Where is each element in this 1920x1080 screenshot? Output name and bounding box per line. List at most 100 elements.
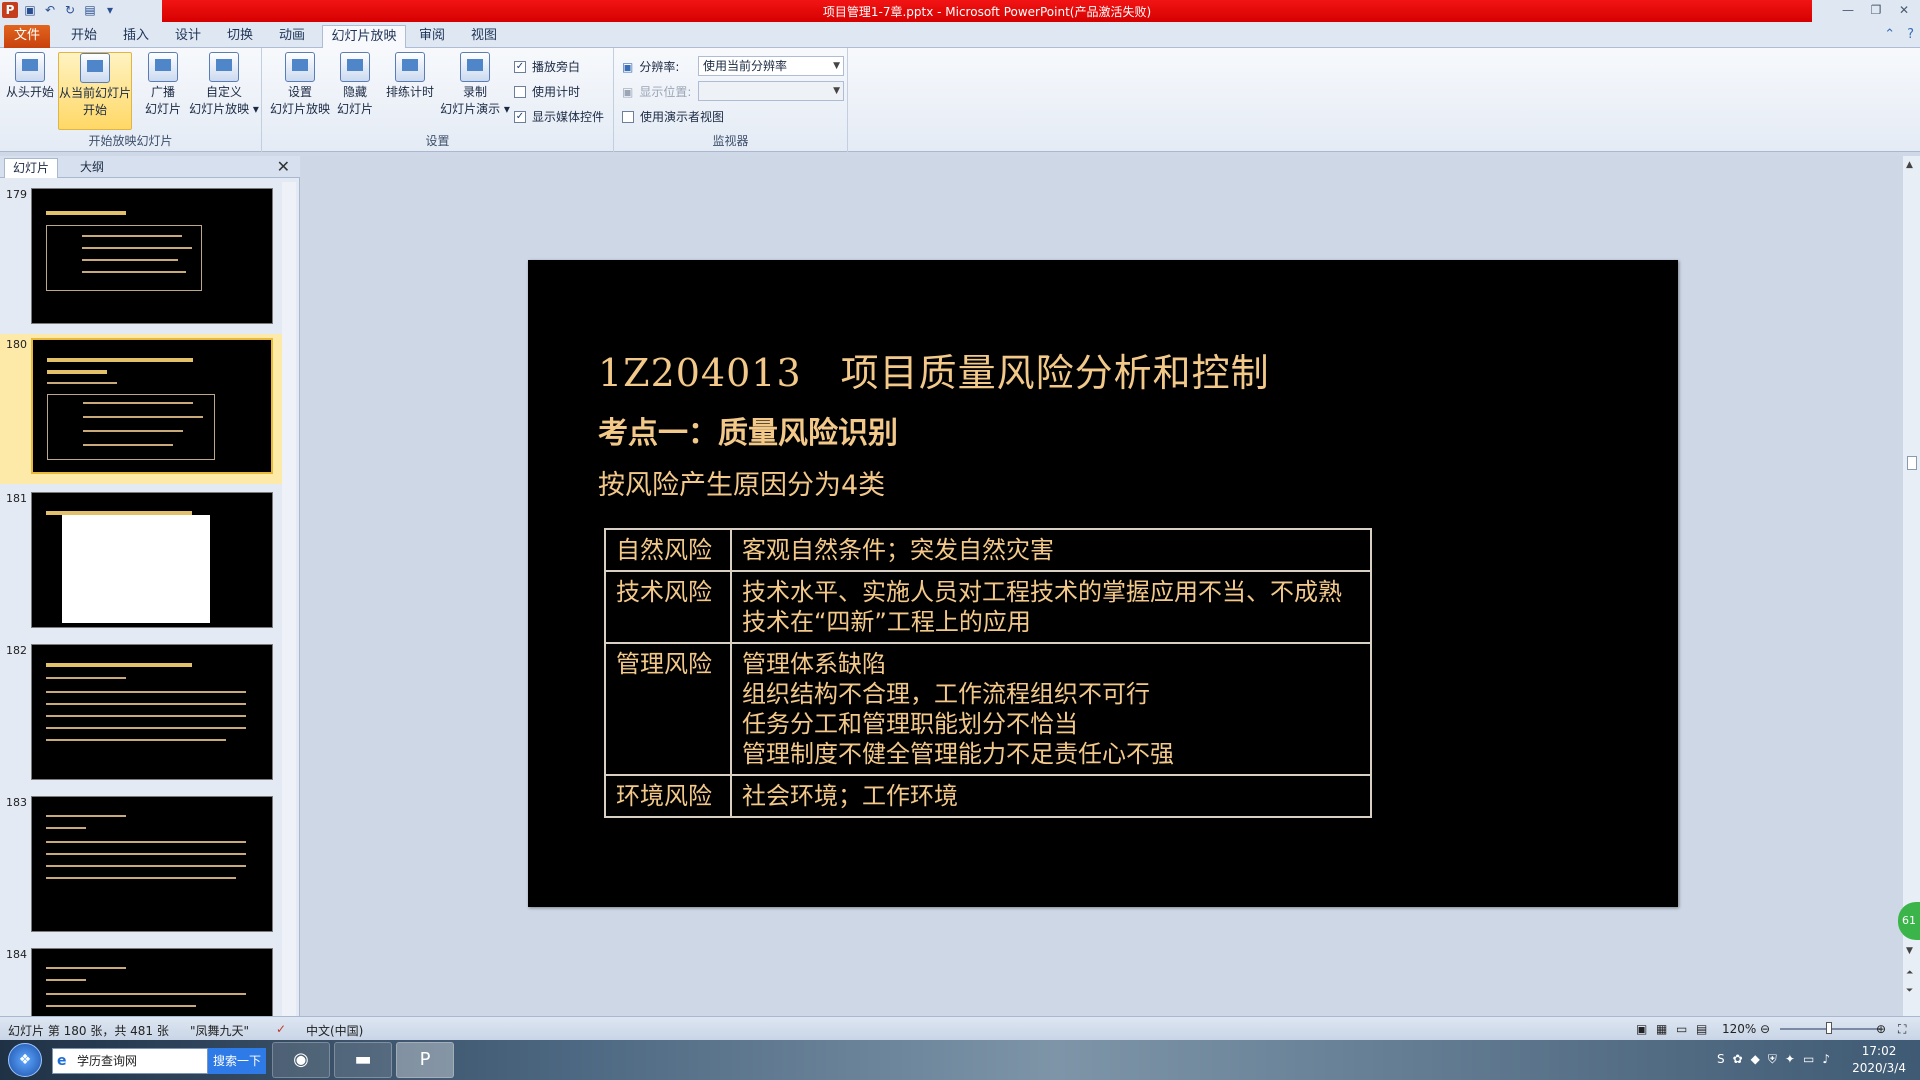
restore-icon[interactable]: ❐ [1862,0,1890,20]
close-icon[interactable]: ✕ [277,157,290,176]
floating-badge[interactable]: 61 [1898,902,1920,940]
slide-thumbnail[interactable]: 182 [0,640,282,786]
tab-slides[interactable]: 幻灯片 [4,158,59,178]
language-indicator[interactable]: 中文(中国) [306,1022,363,1039]
custom-slideshow-button[interactable]: 自定义 幻灯片放映 ▾ [188,52,260,118]
scroll-down-icon[interactable]: ▼ [1906,946,1913,956]
slide-intro-text[interactable]: 按风险产生原因分为4类 [598,463,885,502]
slide-subtitle[interactable]: 考点一：质量风险识别 [598,408,898,452]
zoom-slider-handle[interactable] [1826,1022,1832,1034]
risk-table[interactable]: 自然风险 客观自然条件；突发自然灾害 技术风险 技术水平、实施人员对工程技术的掌… [604,528,1372,818]
taskbar-search-button[interactable]: 搜索一下 [208,1048,266,1074]
table-cell-category: 管理风险 [604,642,732,776]
show-on-dropdown[interactable]: ▼ [698,81,844,101]
tab-home[interactable]: 开始 [64,25,104,48]
checkbox-checked-icon: ✓ [514,60,526,73]
windows-start-icon[interactable]: ❖ [8,1043,42,1077]
security-shield-icon[interactable]: ⛨ [1768,1052,1777,1067]
slideshow-view-icon[interactable]: ▤ [1696,1022,1707,1036]
reading-view-icon[interactable]: ▭ [1676,1022,1687,1036]
zoom-level[interactable]: 120% [1722,1022,1756,1036]
theme-name[interactable]: "凤舞九天" [190,1022,249,1039]
quick-access-toolbar: P ▣ ↶ ↻ ▤ ▾ [2,2,118,18]
rehearse-timings-button[interactable]: 排练计时 [382,52,438,101]
group-setup: 设置 幻灯片放映 隐藏 幻灯片 排练计时 录制 幻灯片演示 ▾ ✓ 播放旁白 使… [262,48,614,152]
save-icon[interactable]: ▣ [22,2,38,18]
tab-outline[interactable]: 大纲 [72,158,112,178]
tab-design[interactable]: 设计 [168,25,208,48]
tray-app-icon[interactable]: ✿ [1733,1052,1743,1067]
tab-slideshow[interactable]: 幻灯片放映 [322,25,406,48]
slide-thumbnail[interactable]: 179 [0,184,282,330]
network-icon[interactable]: ▭ [1803,1052,1814,1067]
play-narrations-checkbox[interactable]: ✓ 播放旁白 [514,58,580,75]
volume-icon[interactable]: ♪ [1822,1052,1830,1067]
tray-app-icon[interactable]: ◆ [1751,1052,1760,1067]
next-slide-icon[interactable]: ⏷ [1906,986,1913,996]
window-controls: — ❐ ✕ [1834,0,1918,20]
resolution-icon: ▣ [622,59,634,74]
record-slideshow-button[interactable]: 录制 幻灯片演示 ▾ [440,52,510,118]
slide-thumbnail[interactable]: 183 [0,792,282,938]
zoom-in-icon[interactable]: ⊕ [1876,1022,1886,1036]
table-cell-desc: 管理体系缺陷 组织结构不合理，工作流程组织不可行 任务分工和管理职能划分不恰当 … [730,642,1372,776]
taskbar-clock[interactable]: 17:02 2020/3/4 [1852,1043,1906,1077]
tab-review[interactable]: 审阅 [412,25,452,48]
tray-app-icon[interactable]: ✦ [1785,1052,1795,1067]
powerpoint-app-icon[interactable]: P [2,2,18,18]
table-cell-category: 自然风险 [604,528,732,572]
from-beginning-button[interactable]: 从头开始 [4,52,56,101]
broadcast-slideshow-button[interactable]: 广播 幻灯片 [138,52,188,118]
tab-file[interactable]: 文件 [4,25,50,48]
scroll-up-icon[interactable]: ▲ [1906,160,1913,170]
minimize-ribbon-icon[interactable]: ⌃ [1884,27,1895,42]
system-tray: S ✿ ◆ ⛨ ✦ ▭ ♪ [1717,1052,1830,1067]
tab-view[interactable]: 视图 [464,25,504,48]
scroll-thumb[interactable] [1907,456,1917,470]
panel-tabs: 幻灯片 大纲 ✕ [0,156,300,178]
broadcast-icon [148,52,178,82]
tab-transitions[interactable]: 切换 [220,25,260,48]
tab-animations[interactable]: 动画 [272,25,312,48]
taskbar-search-input[interactable]: e 学历查询网 [52,1048,208,1074]
redo-icon[interactable]: ↻ [62,2,78,18]
thumbnail-image [31,338,273,474]
zoom-out-icon[interactable]: ⊖ [1760,1022,1770,1036]
presenter-view-checkbox[interactable]: 使用演示者视图 [622,108,724,125]
show-on-label: ▣ 显示位置: [622,84,692,100]
spellcheck-icon[interactable]: ✓ [276,1022,286,1036]
slide-thumbnail[interactable]: 181 [0,488,282,634]
powerpoint-taskbar-icon[interactable]: P [396,1042,454,1078]
thumbnail-image [31,492,273,628]
open-icon[interactable]: ▤ [82,2,98,18]
previous-slide-icon[interactable]: ⏶ [1906,968,1913,978]
normal-view-icon[interactable]: ▣ [1636,1022,1647,1036]
resolution-dropdown[interactable]: 使用当前分辨率 ▼ [698,56,844,76]
minimize-icon[interactable]: — [1834,0,1862,20]
checkbox-checked-icon: ✓ [514,110,526,123]
use-timings-checkbox[interactable]: 使用计时 [514,83,580,100]
hide-slide-button[interactable]: 隐藏 幻灯片 [332,52,378,118]
input-method-icon[interactable]: S [1717,1052,1725,1067]
fit-to-window-icon[interactable]: ⛶ [1898,1022,1906,1037]
ribbon-help-area: ⌃ ? [1884,27,1914,42]
taskbar: ❖ e 学历查询网 搜索一下 ◉ ▬ P S ✿ ◆ ⛨ ✦ ▭ ♪ 17:02… [0,1040,1920,1080]
slide-thumbnail-selected[interactable]: 180 [0,334,282,484]
slide-thumbnail[interactable]: 184 [0,944,282,1016]
close-icon[interactable]: ✕ [1890,0,1918,20]
from-current-slide-button[interactable]: 从当前幻灯片 开始 [58,52,132,130]
monitor-icon: ▣ [622,84,634,99]
slide-canvas[interactable]: 1Z204013 项目质量风险分析和控制 考点一：质量风险识别 按风险产生原因分… [528,260,1678,907]
show-media-controls-checkbox[interactable]: ✓ 显示媒体控件 [514,108,604,125]
panel-scrollbar[interactable] [282,182,296,1016]
file-explorer-icon[interactable]: ▬ [334,1042,392,1078]
customize-qat-icon[interactable]: ▾ [102,2,118,18]
tab-insert[interactable]: 插入 [116,25,156,48]
slide-sorter-icon[interactable]: ▦ [1656,1022,1667,1036]
help-icon[interactable]: ? [1907,27,1914,42]
vertical-scrollbar[interactable]: ▲ ▼ ⏶ ⏷ [1903,156,1920,1016]
setup-slideshow-button[interactable]: 设置 幻灯片放映 [268,52,332,118]
undo-icon[interactable]: ↶ [42,2,58,18]
chrome-icon[interactable]: ◉ [272,1042,330,1078]
slide-title[interactable]: 1Z204013 项目质量风险分析和控制 [598,342,1270,397]
